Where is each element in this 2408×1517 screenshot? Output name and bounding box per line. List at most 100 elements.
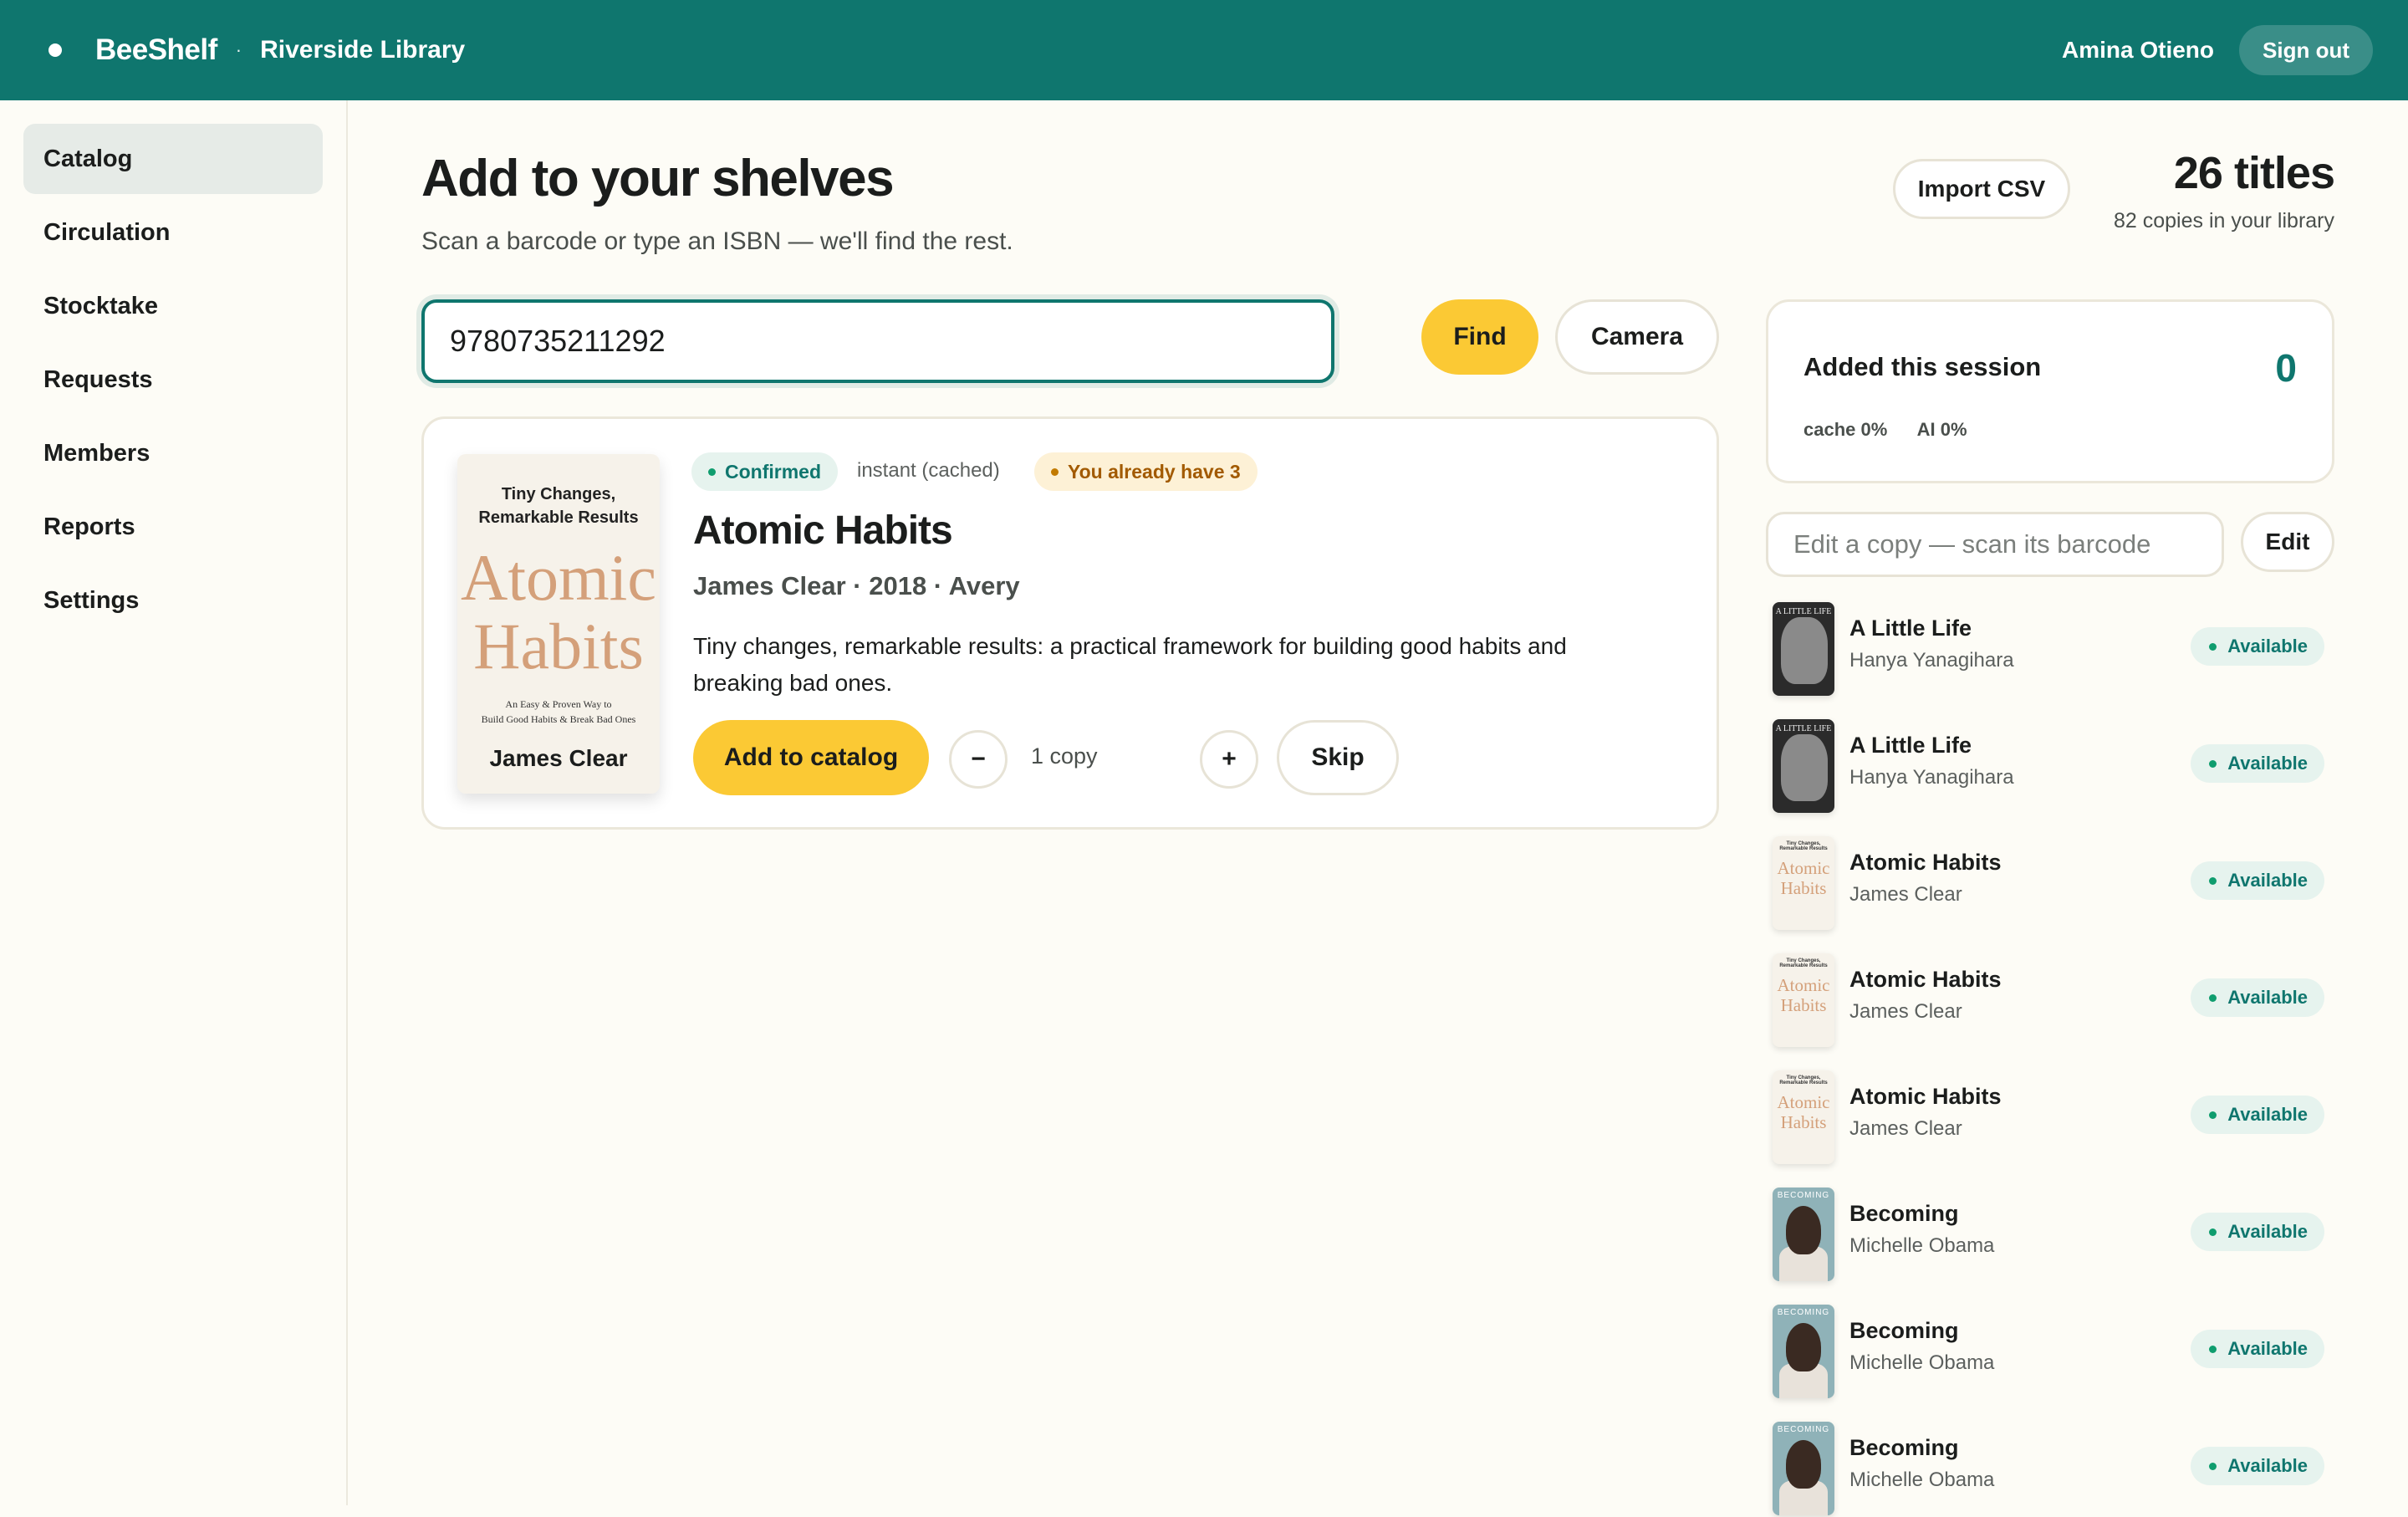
copy-title: A Little Life — [1849, 615, 1972, 641]
library-name: Riverside Library — [260, 36, 466, 64]
page-title: Add to your shelves — [421, 150, 895, 207]
list-item[interactable]: Tiny Changes, Remarkable Results Atomic … — [1773, 953, 2334, 1049]
top-bar: BeeShelf · Riverside Library Amina Otien… — [0, 0, 2408, 100]
sidebar-item-stocktake[interactable]: Stocktake — [23, 271, 323, 341]
session-label: Added this session — [1803, 352, 2042, 381]
cover-portrait — [1786, 1206, 1821, 1254]
status-badge: Available — [2191, 861, 2324, 900]
sidebar-item-label: Members — [43, 439, 150, 467]
skip-button[interactable]: Skip — [1277, 720, 1399, 795]
sidebar-item-label: Reports — [43, 513, 135, 540]
session-stats: cache 0% AI 0% — [1803, 419, 1992, 441]
confirmed-badge: Confirmed — [691, 452, 838, 491]
book-meta: James Clear · 2018 · Avery — [693, 571, 1020, 600]
list-item[interactable]: BECOMING Becoming Michelle Obama Availab… — [1773, 1422, 2334, 1517]
cover-portrait — [1781, 734, 1828, 801]
decrease-copies-button[interactable]: − — [949, 730, 1008, 789]
copy-author: Michelle Obama — [1849, 1234, 1995, 1257]
status-badge: Available — [2191, 978, 2324, 1017]
copy-author: Hanya Yanagihara — [1849, 649, 2014, 672]
book-thumbnail: Tiny Changes, Remarkable Results Atomic … — [1773, 836, 1834, 930]
book-thumbnail: A LITTLE LIFE — [1773, 719, 1834, 813]
list-item[interactable]: Tiny Changes, Remarkable Results Atomic … — [1773, 1070, 2334, 1166]
copies-count: 82 copies in your library — [2113, 209, 2334, 232]
cache-stat: cache 0% — [1803, 419, 1888, 440]
copy-author: Michelle Obama — [1849, 1468, 1995, 1491]
camera-button[interactable]: Camera — [1555, 299, 1719, 375]
book-cover-image: Tiny Changes, Remarkable Results Atomic … — [457, 454, 660, 794]
book-title: Atomic Habits — [693, 508, 953, 553]
book-thumbnail: BECOMING — [1773, 1422, 1834, 1515]
sidebar-item-label: Settings — [43, 586, 140, 614]
cover-portrait — [1786, 1440, 1821, 1489]
copy-author: Hanya Yanagihara — [1849, 766, 2014, 789]
list-item[interactable]: BECOMING Becoming Michelle Obama Availab… — [1773, 1188, 2334, 1283]
status-badge: Available — [2191, 1330, 2324, 1368]
copy-title: Becoming — [1849, 1318, 1959, 1343]
sidebar-item-settings[interactable]: Settings — [23, 565, 323, 636]
edit-copy-button[interactable]: Edit — [2241, 512, 2334, 572]
copy-author: James Clear — [1849, 883, 1962, 906]
status-badge: Available — [2191, 1096, 2324, 1134]
brand-dot-icon — [48, 43, 62, 57]
copy-title: Becoming — [1849, 1201, 1959, 1226]
session-summary-card: Added this session 0 cache 0% AI 0% — [1766, 299, 2334, 483]
copy-title: Becoming — [1849, 1435, 1959, 1460]
titles-count: 26 titles — [2173, 148, 2335, 198]
cover-portrait — [1781, 617, 1828, 684]
copy-quantity: 1 copy — [1031, 743, 1098, 769]
sidebar-item-label: Catalog — [43, 145, 133, 172]
list-item[interactable]: Tiny Changes, Remarkable Results Atomic … — [1773, 836, 2334, 932]
status-badge: Available — [2191, 1447, 2324, 1485]
list-item[interactable]: A LITTLE LIFE A Little Life Hanya Yanagi… — [1773, 719, 2334, 815]
add-to-catalog-button[interactable]: Add to catalog — [693, 720, 929, 795]
sidebar-item-requests[interactable]: Requests — [23, 345, 323, 415]
edit-copy-input[interactable] — [1766, 512, 2224, 577]
page-subtitle: Scan a barcode or type an ISBN — we'll f… — [421, 227, 1013, 255]
book-description: Tiny changes, remarkable results: a prac… — [693, 633, 1567, 696]
copy-title: Atomic Habits — [1849, 850, 2002, 875]
status-badge: Available — [2191, 744, 2324, 783]
book-thumbnail: Tiny Changes, Remarkable Results Atomic … — [1773, 1070, 1834, 1164]
sidebar-item-label: Stocktake — [43, 292, 159, 319]
ai-stat: AI 0% — [1916, 419, 1967, 440]
lookup-source: instant (cached) — [857, 459, 1000, 482]
brand-separator: · — [235, 39, 242, 60]
sidebar: Catalog Circulation Stocktake Requests M… — [0, 100, 348, 1505]
already-have-badge: You already have 3 — [1034, 452, 1258, 491]
sidebar-item-label: Circulation — [43, 218, 171, 246]
copy-title: Atomic Habits — [1849, 967, 2002, 992]
copy-author: James Clear — [1849, 1000, 1962, 1023]
list-item[interactable]: BECOMING Becoming Michelle Obama Availab… — [1773, 1305, 2334, 1400]
import-csv-button[interactable]: Import CSV — [1893, 159, 2070, 219]
brand-name[interactable]: BeeShelf — [95, 33, 217, 67]
status-badge: Available — [2191, 627, 2324, 666]
status-badge: Available — [2191, 1213, 2324, 1251]
user-name: Amina Otieno — [2062, 37, 2215, 63]
sidebar-item-circulation[interactable]: Circulation — [23, 197, 323, 268]
sign-out-button[interactable]: Sign out — [2239, 25, 2373, 75]
cover-title-word: Habits — [473, 610, 644, 682]
list-item[interactable]: A LITTLE LIFE A Little Life Hanya Yanagi… — [1773, 602, 2334, 697]
copy-author: Michelle Obama — [1849, 1351, 1995, 1374]
cover-tagline: Tiny Changes, Remarkable Results — [478, 485, 639, 527]
cover-portrait — [1786, 1323, 1821, 1371]
increase-copies-button[interactable]: + — [1200, 730, 1258, 789]
sidebar-item-catalog[interactable]: Catalog — [23, 124, 323, 194]
book-thumbnail: Tiny Changes, Remarkable Results Atomic … — [1773, 953, 1834, 1047]
book-thumbnail: A LITTLE LIFE — [1773, 602, 1834, 696]
copy-title: A Little Life — [1849, 733, 1972, 758]
find-button[interactable]: Find — [1421, 299, 1538, 375]
copy-title: Atomic Habits — [1849, 1084, 2002, 1109]
sidebar-item-reports[interactable]: Reports — [23, 492, 323, 562]
sidebar-item-label: Requests — [43, 365, 153, 393]
book-thumbnail: BECOMING — [1773, 1305, 1834, 1398]
session-count: 0 — [2275, 346, 2297, 390]
book-thumbnail: BECOMING — [1773, 1188, 1834, 1281]
main-content: Add to your shelves Scan a barcode or ty… — [348, 100, 2408, 1515]
cover-subtitle: An Easy & Proven Way to Build Good Habit… — [481, 698, 636, 725]
user-area: Amina Otieno Sign out — [2062, 25, 2373, 75]
sidebar-item-members[interactable]: Members — [23, 418, 323, 488]
cover-title-word: Atomic — [461, 541, 656, 614]
isbn-search-input[interactable] — [421, 299, 1334, 383]
